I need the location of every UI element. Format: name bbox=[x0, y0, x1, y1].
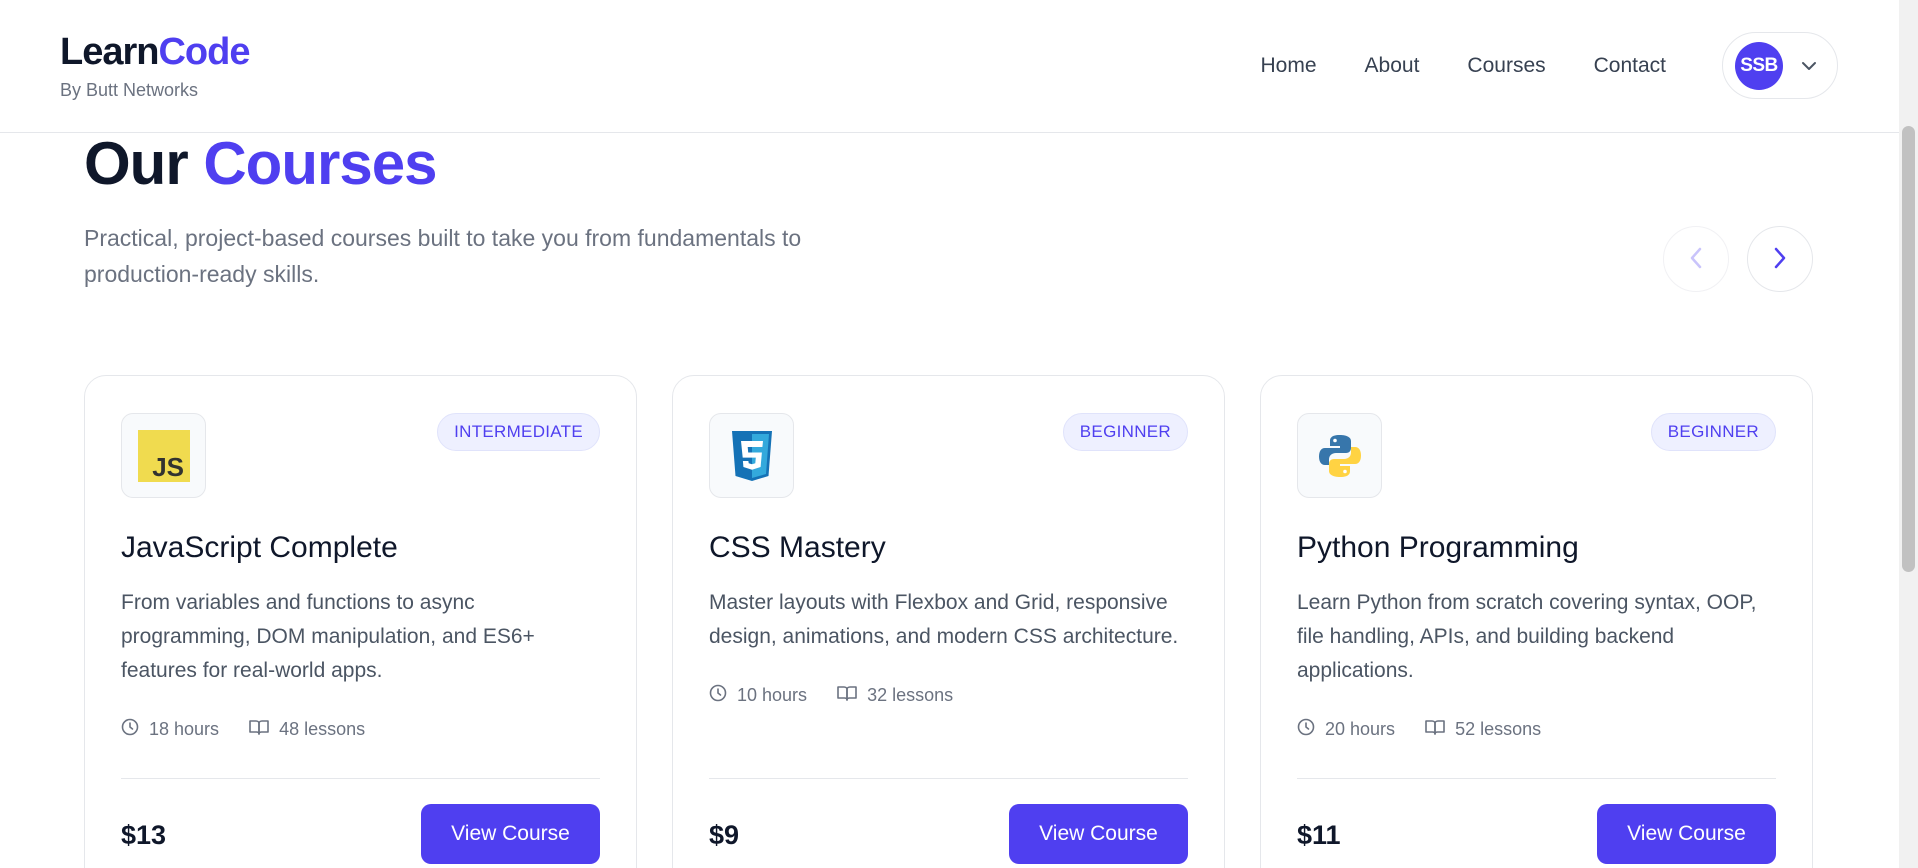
level-badge: BEGINNER bbox=[1650, 413, 1776, 451]
course-description: Learn Python from scratch covering synta… bbox=[1297, 591, 1757, 682]
carousel-prev-button[interactable] bbox=[1663, 226, 1729, 292]
nav-about-link[interactable]: About bbox=[1365, 52, 1420, 80]
scrollbar-thumb[interactable] bbox=[1902, 126, 1915, 572]
course-hours: 20 hours bbox=[1325, 719, 1396, 739]
brand-subtitle: By Butt Networks bbox=[60, 80, 199, 100]
course-card-python[interactable]: BEGINNER Python Programming Learn Python… bbox=[1260, 375, 1813, 868]
course-lessons: 32 lessons bbox=[867, 685, 954, 705]
course-meta: 18 hours 48 lessons bbox=[121, 718, 365, 741]
brand-title-code: Code bbox=[158, 31, 250, 73]
page-title: Our Courses bbox=[84, 128, 437, 200]
page-title-part-b: Courses bbox=[203, 130, 437, 197]
carousel-next-button[interactable] bbox=[1747, 226, 1813, 292]
brand-title-learn: Learn bbox=[60, 31, 159, 73]
card-divider bbox=[121, 778, 600, 779]
course-duration: 10 hours bbox=[709, 684, 807, 707]
level-badge: INTERMEDIATE bbox=[437, 413, 600, 451]
chevron-right-icon bbox=[1773, 247, 1787, 272]
course-card-css[interactable]: BEGINNER CSS Mastery Master layouts with… bbox=[672, 375, 1225, 868]
course-lessons-count: 32 lessons bbox=[837, 685, 953, 706]
clock-icon bbox=[1297, 718, 1315, 741]
clock-icon bbox=[121, 718, 139, 741]
view-course-button[interactable]: View Course bbox=[1597, 804, 1776, 864]
main-nav: Home About Courses Contact bbox=[1261, 52, 1667, 80]
course-description: Master layouts with Flexbox and Grid, re… bbox=[709, 591, 1179, 648]
user-menu-button[interactable]: SSB bbox=[1722, 32, 1838, 99]
course-card-javascript[interactable]: JS INTERMEDIATE JavaScript Complete From… bbox=[84, 375, 637, 868]
card-divider bbox=[1297, 778, 1776, 779]
course-description: From variables and functions to async pr… bbox=[121, 591, 535, 682]
avatar: SSB bbox=[1735, 41, 1783, 90]
brand-title: LearnCode bbox=[60, 30, 250, 74]
course-lessons: 48 lessons bbox=[279, 719, 366, 739]
level-badge: BEGINNER bbox=[1062, 413, 1188, 451]
card-divider bbox=[709, 778, 1188, 779]
course-title: JavaScript Complete bbox=[121, 531, 398, 564]
course-lessons-count: 52 lessons bbox=[1425, 719, 1541, 740]
course-lessons-count: 48 lessons bbox=[249, 719, 365, 740]
book-icon bbox=[1425, 719, 1445, 740]
nav-courses-link[interactable]: Courses bbox=[1467, 52, 1545, 80]
course-title: Python Programming bbox=[1297, 531, 1579, 564]
book-icon bbox=[249, 719, 269, 740]
course-price: $11 bbox=[1297, 820, 1341, 850]
course-price: $9 bbox=[709, 820, 740, 850]
course-meta: 20 hours 52 lessons bbox=[1297, 718, 1541, 741]
course-meta: 10 hours 32 lessons bbox=[709, 684, 953, 707]
nav-contact-link[interactable]: Contact bbox=[1594, 52, 1666, 80]
page-description: Practical, project-based courses built t… bbox=[84, 225, 802, 287]
course-lessons: 52 lessons bbox=[1455, 719, 1542, 739]
javascript-logo-icon: JS bbox=[121, 413, 206, 498]
course-price: $13 bbox=[121, 820, 167, 850]
nav-home-link[interactable]: Home bbox=[1261, 52, 1317, 80]
book-icon bbox=[837, 685, 857, 706]
page-scrollbar[interactable] bbox=[1899, 0, 1918, 868]
course-hours: 18 hours bbox=[149, 719, 220, 739]
course-title: CSS Mastery bbox=[709, 531, 886, 564]
course-duration: 18 hours bbox=[121, 718, 219, 741]
chevron-down-icon bbox=[1799, 56, 1819, 76]
view-course-button[interactable]: View Course bbox=[1009, 804, 1188, 864]
site-header: LearnCode By Butt Networks Home About Co… bbox=[0, 0, 1899, 133]
chevron-left-icon bbox=[1689, 247, 1703, 272]
page-title-part-a: Our bbox=[84, 130, 189, 197]
clock-icon bbox=[709, 684, 727, 707]
course-hours: 10 hours bbox=[737, 685, 808, 705]
course-duration: 20 hours bbox=[1297, 718, 1395, 741]
brand-logo[interactable]: LearnCode By Butt Networks bbox=[60, 30, 250, 101]
view-course-button[interactable]: View Course bbox=[421, 804, 600, 864]
css3-logo-icon bbox=[709, 413, 794, 498]
svg-text:JS: JS bbox=[152, 452, 184, 482]
python-logo-icon bbox=[1297, 413, 1382, 498]
